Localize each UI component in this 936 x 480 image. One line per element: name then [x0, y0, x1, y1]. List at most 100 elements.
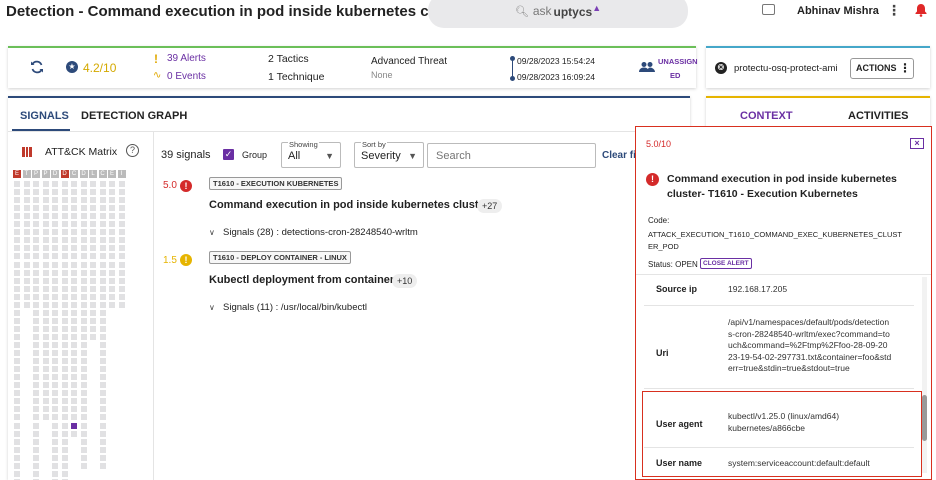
matrix-technique-cell[interactable]: [118, 221, 125, 228]
matrix-technique-cell[interactable]: [99, 325, 106, 332]
matrix-technique-cell[interactable]: [33, 245, 39, 252]
matrix-technique-cell[interactable]: [109, 229, 115, 236]
matrix-technique-cell[interactable]: [42, 350, 49, 357]
matrix-technique-cell[interactable]: [33, 350, 39, 357]
matrix-technique-cell[interactable]: [80, 398, 87, 405]
matrix-technique-cell[interactable]: [109, 213, 115, 220]
matrix-technique-cell[interactable]: [14, 462, 20, 469]
matrix-technique-cell[interactable]: [14, 422, 20, 429]
matrix-technique-cell[interactable]: [99, 181, 106, 187]
matrix-technique-cell[interactable]: [52, 285, 58, 292]
matrix-technique-cell[interactable]: [99, 245, 106, 252]
matrix-technique-cell[interactable]: [99, 414, 106, 421]
matrix-technique-cell[interactable]: [71, 213, 77, 220]
matrix-technique-cell[interactable]: [90, 189, 96, 196]
matrix-technique-cell[interactable]: [33, 189, 39, 196]
matrix-technique-cell[interactable]: [118, 245, 125, 252]
clear-filters-link[interactable]: Clear fi: [602, 150, 636, 161]
matrix-technique-cell[interactable]: [80, 333, 87, 340]
matrix-technique-cell[interactable]: [52, 221, 58, 228]
matrix-technique-cell[interactable]: [52, 205, 58, 212]
techniques-count[interactable]: 1 Technique: [268, 71, 324, 83]
matrix-technique-cell[interactable]: [118, 213, 125, 220]
matrix-technique-cell[interactable]: [80, 390, 87, 397]
matrix-technique-cell[interactable]: [71, 325, 77, 332]
matrix-technique-cell[interactable]: [61, 470, 68, 477]
matrix-technique-cell[interactable]: [33, 462, 39, 469]
matrix-technique-cell[interactable]: [99, 398, 106, 405]
matrix-technique-cell[interactable]: [14, 333, 20, 340]
matrix-technique-cell[interactable]: [14, 358, 20, 365]
tab-signals[interactable]: SIGNALS: [20, 110, 69, 122]
matrix-technique-cell[interactable]: [118, 301, 125, 308]
matrix-technique-cell[interactable]: [52, 342, 58, 348]
matrix-technique-cell[interactable]: [80, 253, 87, 260]
matrix-technique-cell[interactable]: [80, 366, 87, 373]
matrix-technique-cell[interactable]: [71, 301, 77, 308]
matrix-technique-cell[interactable]: [80, 269, 87, 276]
matrix-technique-cell[interactable]: [61, 333, 68, 340]
matrix-technique-cell[interactable]: [14, 269, 20, 276]
matrix-technique-cell[interactable]: [33, 277, 39, 284]
matrix-technique-cell[interactable]: [61, 430, 68, 437]
matrix-technique-cell[interactable]: [42, 293, 49, 300]
actions-button[interactable]: ACTIONS ⋮: [850, 58, 914, 79]
matrix-technique-cell[interactable]: [33, 374, 39, 381]
matrix-technique-cell[interactable]: [99, 406, 106, 413]
matrix-technique-cell[interactable]: [61, 390, 68, 397]
matrix-technique-cell[interactable]: [71, 181, 77, 187]
matrix-technique-cell[interactable]: [33, 261, 39, 268]
matrix-technique-cell[interactable]: [42, 309, 49, 316]
matrix-technique-cell[interactable]: [109, 269, 115, 276]
matrix-technique-cell[interactable]: [14, 261, 20, 268]
matrix-technique-cell[interactable]: [71, 309, 77, 316]
matrix-technique-cell[interactable]: [33, 342, 39, 348]
matrix-technique-cell[interactable]: [42, 181, 49, 187]
matrix-technique-cell[interactable]: [42, 237, 49, 244]
matrix-technique-cell[interactable]: [118, 229, 125, 236]
matrix-technique-cell[interactable]: [61, 366, 68, 373]
matrix-technique-cell[interactable]: [42, 342, 49, 348]
matrix-technique-cell[interactable]: [90, 197, 96, 204]
matrix-technique-cell[interactable]: [118, 261, 125, 268]
matrix-technique-cell[interactable]: [33, 358, 39, 365]
matrix-technique-cell[interactable]: [80, 422, 87, 429]
matrix-technique-cell[interactable]: [33, 221, 39, 228]
matrix-technique-cell[interactable]: [42, 333, 49, 340]
matrix-technique-cell[interactable]: [23, 293, 30, 300]
matrix-technique-cell[interactable]: [109, 245, 115, 252]
close-icon[interactable]: ×: [910, 138, 924, 149]
matrix-technique-cell[interactable]: [23, 197, 30, 204]
matrix-technique-cell[interactable]: [90, 277, 96, 284]
matrix-technique-cell[interactable]: [90, 325, 96, 332]
matrix-technique-cell[interactable]: [71, 374, 77, 381]
matrix-technique-cell[interactable]: [14, 446, 20, 453]
matrix-technique-cell[interactable]: [52, 229, 58, 236]
matrix-technique-cell[interactable]: [23, 229, 30, 236]
matrix-technique-cell[interactable]: [52, 422, 58, 429]
matrix-technique-cell[interactable]: [52, 414, 58, 421]
matrix-technique-cell[interactable]: [118, 269, 125, 276]
matrix-technique-cell[interactable]: [80, 382, 87, 389]
briefcase-icon[interactable]: [762, 4, 775, 15]
matrix-technique-cell[interactable]: [52, 382, 58, 389]
matrix-technique-cell[interactable]: [52, 197, 58, 204]
events-link[interactable]: 0 Events: [167, 71, 206, 82]
matrix-technique-cell[interactable]: [61, 293, 68, 300]
matrix-tactic-letter[interactable]: C: [70, 170, 78, 178]
matrix-technique-cell[interactable]: [23, 245, 30, 252]
matrix-technique-cell[interactable]: [33, 253, 39, 260]
matrix-technique-cell[interactable]: [52, 390, 58, 397]
matrix-technique-cell[interactable]: [118, 197, 125, 204]
matrix-technique-cell[interactable]: [80, 293, 87, 300]
matrix-technique-cell[interactable]: [118, 285, 125, 292]
matrix-technique-cell[interactable]: [71, 366, 77, 373]
matrix-technique-cell[interactable]: [109, 189, 115, 196]
matrix-technique-cell[interactable]: [14, 390, 20, 397]
matrix-technique-cell[interactable]: [99, 213, 106, 220]
bell-icon[interactable]: [914, 3, 928, 17]
matrix-technique-cell[interactable]: [42, 229, 49, 236]
matrix-technique-cell[interactable]: [61, 438, 68, 445]
matrix-technique-cell[interactable]: [109, 197, 115, 204]
matrix-technique-cell[interactable]: [52, 189, 58, 196]
